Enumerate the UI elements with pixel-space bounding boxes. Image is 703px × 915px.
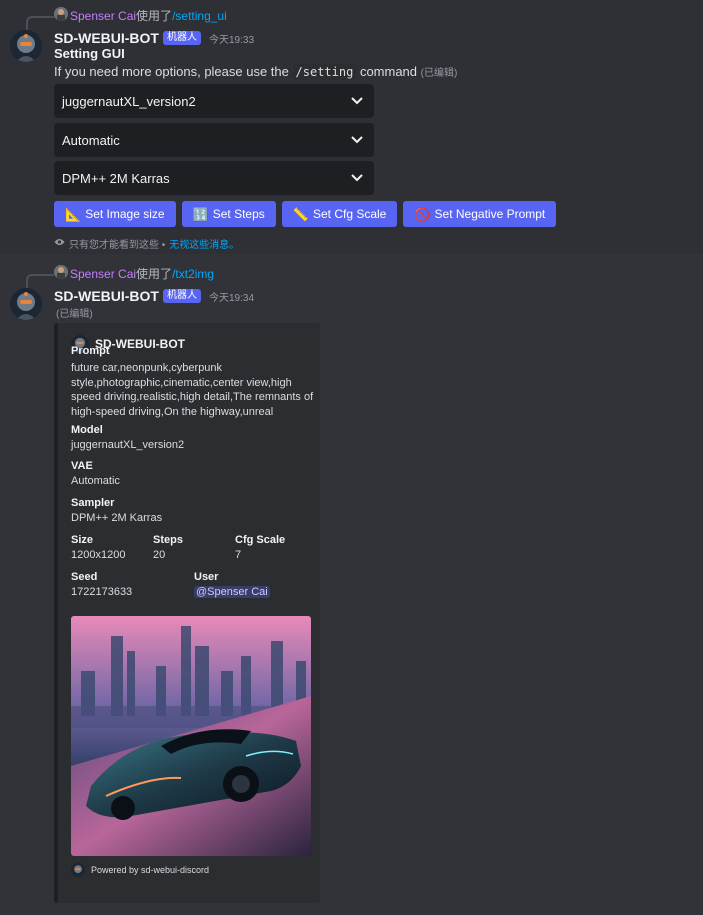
- steps-value: 20: [153, 549, 166, 561]
- vae-field: VAE Automatic: [71, 460, 120, 489]
- inline-code: /setting: [292, 64, 357, 80]
- user-mention[interactable]: @Spenser Cai: [194, 586, 270, 598]
- message-body: If you need more options, please use the…: [54, 64, 458, 80]
- set-image-size-label: Set Image size: [85, 207, 165, 221]
- reply-user-avatar[interactable]: [54, 7, 68, 21]
- reply-username[interactable]: Spenser Cai: [70, 9, 136, 23]
- vae-value: Automatic: [71, 475, 120, 487]
- result-embed: SD-WEBUI-BOT Prompt future car,neonpunk,…: [54, 323, 320, 903]
- chevron-down-icon: [350, 171, 364, 185]
- model-value: juggernautXL_version2: [71, 439, 185, 451]
- set-steps-label: Set Steps: [212, 207, 265, 221]
- prompt-value: future car,neonpunk,cyberpunk style,phot…: [71, 361, 316, 419]
- set-steps-button[interactable]: 🔢 Set Steps: [181, 201, 276, 227]
- prompt-line: future car,neonpunk,cyberpunk: [71, 362, 223, 374]
- reply-command[interactable]: /txt2img: [172, 267, 214, 281]
- body-prefix: If you need more options, please use the: [54, 64, 289, 79]
- bot-badge: 机器人: [163, 289, 201, 303]
- set-cfg-scale-button[interactable]: 📏 Set Cfg Scale: [281, 201, 398, 227]
- bot-avatar[interactable]: [10, 30, 42, 62]
- prompt-line: high-speed driving,On the highway,unreal: [71, 405, 274, 418]
- edited-label: (已编辑): [420, 68, 458, 79]
- body-suffix: command: [359, 64, 418, 79]
- chevron-down-icon: [350, 133, 364, 147]
- seed-field: Seed 1722173633: [71, 571, 132, 600]
- cfg-value: 7: [235, 549, 242, 561]
- message-txt2img: Spenser Cai使用了/txt2img SD-WEBUI-BOT 机器人 …: [0, 254, 703, 915]
- sampler-select-value: DPM++ 2M Karras: [62, 170, 170, 186]
- straight-ruler-icon: 📏: [292, 206, 309, 222]
- embed-footer: Powered by sd-webui-discord: [71, 863, 209, 877]
- size-label: Size: [71, 534, 94, 546]
- timestamp: 今天19:33: [209, 34, 255, 46]
- sampler-select[interactable]: DPM++ 2M Karras: [54, 161, 374, 195]
- reply-command[interactable]: /setting_ui: [172, 9, 227, 23]
- vae-select-value: Automatic: [62, 132, 120, 148]
- bot-avatar[interactable]: [10, 288, 42, 320]
- model-label: Model: [71, 424, 103, 436]
- set-negative-prompt-label: Set Negative Prompt: [434, 207, 546, 221]
- seed-value: 1722173633: [71, 586, 133, 598]
- size-field: Size 1200x1200: [71, 534, 125, 563]
- user-label: User: [194, 571, 219, 583]
- chevron-down-icon: [350, 94, 364, 108]
- cfg-label: Cfg Scale: [235, 534, 286, 546]
- steps-label: Steps: [153, 534, 183, 546]
- bot-name[interactable]: SD-WEBUI-BOT: [54, 30, 159, 46]
- model-select[interactable]: juggernautXL_version2: [54, 84, 374, 118]
- input-numbers-icon: 🔢: [192, 206, 209, 222]
- model-field: Model juggernautXL_version2: [71, 424, 184, 453]
- reply-action: 使用了: [136, 267, 173, 281]
- edited-label: (已编辑): [56, 309, 93, 320]
- eye-icon: [54, 238, 65, 249]
- footer-text: Powered by sd-webui-discord: [91, 865, 210, 875]
- triangular-ruler-icon: 📐: [65, 206, 82, 222]
- reply-action: 使用了: [136, 9, 173, 23]
- seed-label: Seed: [71, 571, 98, 583]
- reply-spine: [26, 16, 54, 30]
- message-setting-gui: Spenser Cai使用了/setting_ui SD-WEBUI-BOT 机…: [0, 0, 703, 254]
- set-negative-prompt-button[interactable]: 🚫 Set Negative Prompt: [403, 201, 557, 227]
- reply-spine: [26, 274, 54, 288]
- sampler-label: Sampler: [71, 497, 115, 509]
- sampler-field: Sampler DPM++ 2M Karras: [71, 497, 162, 526]
- prompt-line: speed driving,realistic,high detail,The …: [71, 391, 314, 403]
- set-image-size-button[interactable]: 📐 Set Image size: [54, 201, 176, 227]
- prompt-line: style,photographic,cinematic,center view…: [71, 376, 292, 389]
- bot-name[interactable]: SD-WEBUI-BOT: [54, 288, 159, 304]
- vae-label: VAE: [71, 460, 93, 472]
- dismiss-message-link[interactable]: 无视这些消息。: [169, 236, 239, 251]
- timestamp: 今天19:34: [209, 292, 255, 304]
- generated-image[interactable]: [71, 616, 311, 856]
- user-field: User @Spenser Cai: [194, 571, 270, 600]
- reply-user-avatar[interactable]: [54, 265, 68, 279]
- ephemeral-text: 只有您才能看到这些 •: [69, 240, 166, 251]
- prohibited-icon: 🚫: [414, 206, 431, 222]
- model-select-value: juggernautXL_version2: [62, 93, 196, 109]
- ephemeral-notice: 只有您才能看到这些 • 无视这些消息。: [54, 236, 239, 251]
- sampler-value: DPM++ 2M Karras: [71, 512, 163, 524]
- steps-field: Steps 20: [153, 534, 183, 563]
- size-value: 1200x1200: [71, 549, 126, 561]
- footer-avatar: [71, 863, 85, 877]
- cfg-field: Cfg Scale 7: [235, 534, 285, 563]
- bot-badge: 机器人: [163, 31, 201, 45]
- vae-select[interactable]: Automatic: [54, 123, 374, 157]
- reply-username[interactable]: Spenser Cai: [70, 267, 136, 281]
- message-title: Setting GUI: [54, 46, 125, 61]
- set-cfg-scale-label: Set Cfg Scale: [312, 207, 387, 221]
